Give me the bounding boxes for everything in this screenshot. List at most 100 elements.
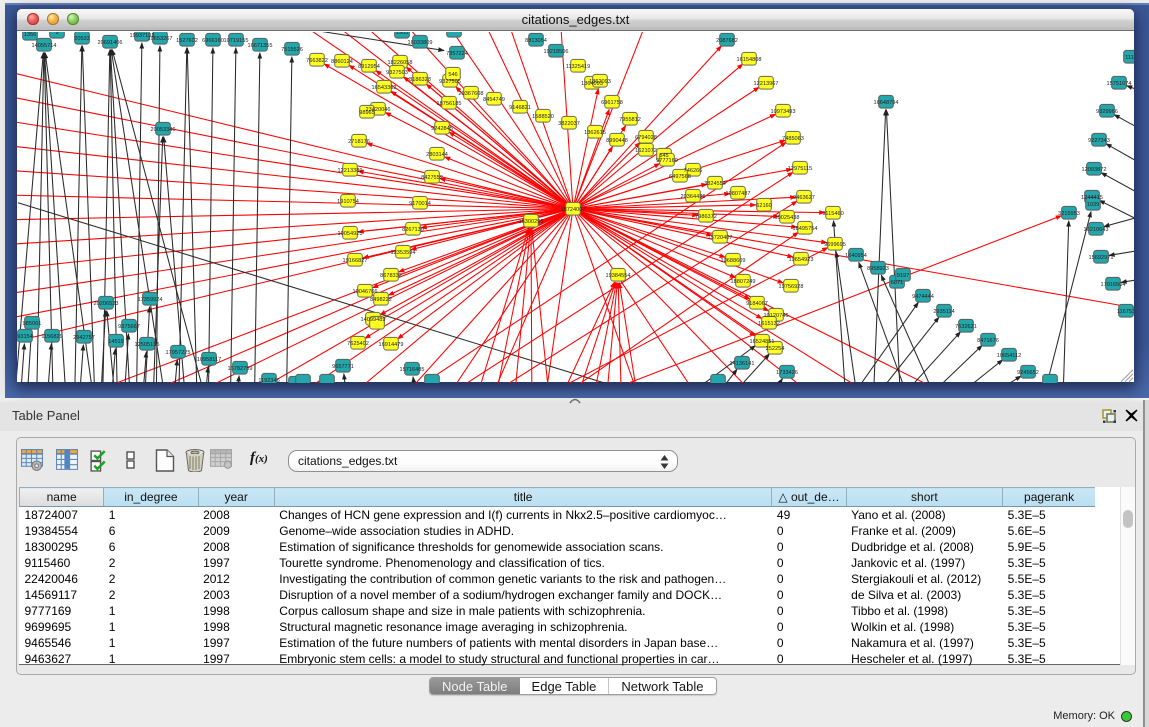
svg-text:98965: 98965 [359,109,375,115]
svg-text:8186328: 8186328 [409,76,431,82]
svg-text:19054925: 19054925 [338,230,363,236]
svg-text:6497568: 6497568 [669,173,691,179]
svg-text:19756928: 19756928 [779,283,804,289]
svg-text:2942757: 2942757 [73,334,95,340]
svg-text:546: 546 [448,71,457,77]
svg-text:16914479: 16914479 [379,341,404,347]
svg-text:8454749: 8454749 [483,96,505,102]
svg-text:3824554: 3824554 [704,180,726,186]
svg-text:20691406: 20691406 [98,39,123,45]
svg-text:6794028: 6794028 [635,134,657,140]
svg-text:20533: 20533 [74,35,90,41]
svg-text:1588520: 1588520 [532,113,554,119]
svg-text:10120746: 10120746 [764,312,789,318]
svg-text:1621072: 1621072 [635,147,657,153]
svg-text:1733426: 1733426 [776,369,798,375]
svg-text:18495754: 18495754 [793,225,818,231]
svg-text:18756185: 18756185 [437,100,462,106]
svg-text:9329966: 9329966 [1096,108,1118,114]
svg-text:9170014: 9170014 [409,200,431,206]
svg-text:10958117: 10958117 [197,356,221,362]
svg-text:1362093: 1362093 [589,78,611,84]
svg-text:2718176: 2718176 [348,138,370,144]
svg-text:9115460: 9115460 [822,210,843,216]
svg-text:20367608: 20367608 [459,90,484,96]
svg-text:10025438: 10025438 [775,214,800,220]
svg-text:8471676: 8471676 [977,337,999,343]
svg-text:1640954: 1640954 [845,252,867,258]
svg-text:116753: 116753 [1117,308,1134,314]
svg-text:19218506: 19218506 [544,48,569,54]
svg-text:20206533: 20206533 [94,300,119,306]
svg-text:1192346: 1192346 [258,377,279,382]
svg-text:16543362: 16543362 [372,84,397,90]
svg-text:1039: 1039 [1087,201,1099,207]
svg-text:14099489: 14099489 [361,316,386,322]
svg-text:19166827: 19166827 [343,257,368,263]
svg-text:12093872: 12093872 [1082,166,1107,172]
svg-text:9375667: 9375667 [118,323,140,329]
svg-text:19384554: 19384554 [606,272,631,278]
svg-text:17016504: 17016504 [1101,281,1126,287]
svg-text:20053346: 20053346 [151,126,176,132]
svg-text:1356: 1356 [24,32,36,38]
svg-text:10046766: 10046766 [353,288,378,294]
svg-text:16671355: 16671355 [248,42,273,48]
svg-text:19654923: 19654923 [789,256,814,262]
svg-text:985061: 985061 [23,320,42,326]
svg-text:9197: 9197 [897,272,909,278]
svg-text:9657771: 9657771 [332,363,354,369]
svg-text:15692971: 15692971 [1089,254,1114,260]
svg-text:10654112: 10654112 [997,352,1021,358]
svg-text:9227343: 9227343 [1088,137,1110,143]
svg-text:15720407: 15720407 [708,234,733,240]
svg-text:10807487: 10807487 [726,190,751,196]
svg-text:12353594: 12353594 [391,249,416,255]
svg-text:7955812: 7955812 [619,116,641,122]
svg-text:14519: 14519 [108,338,124,344]
svg-text:252254: 252254 [766,345,785,351]
svg-text:17359924: 17359924 [138,296,163,302]
svg-text:1112: 1112 [1125,54,1134,60]
svg-text:8498222: 8498222 [370,296,392,302]
svg-text:16524851: 16524851 [750,338,775,344]
svg-text:12975115: 12975115 [788,165,812,171]
svg-text:15716485: 15716485 [400,366,425,372]
svg-text:8912954: 8912954 [358,63,380,69]
svg-text:6966160: 6966160 [202,37,224,43]
svg-text:9245652: 9245652 [1017,369,1039,375]
svg-text:3215953: 3215953 [1058,210,1080,216]
svg-text:16782759: 16782759 [228,365,253,371]
svg-text:15300295: 15300295 [519,218,544,224]
svg-text:18807249: 18807249 [731,278,756,284]
svg-text:9327505: 9327505 [439,78,461,84]
svg-text:16648794: 16648794 [874,99,899,105]
svg-text:12505135: 12505135 [135,341,160,347]
svg-text:2087682: 2087682 [716,37,738,43]
svg-text:3822037: 3822037 [558,120,580,126]
svg-text:8990448: 8990448 [606,137,628,143]
svg-text:8427552: 8427552 [421,174,443,180]
svg-text:12213389: 12213389 [338,167,363,173]
svg-text:6871: 6871 [891,279,903,285]
svg-text:9: 9 [55,32,58,36]
svg-text:1527602: 1527602 [176,37,198,43]
svg-text:9777169: 9777169 [656,157,678,163]
svg-text:62160: 62160 [756,202,772,208]
svg-text:7632621: 7632621 [955,323,977,329]
svg-text:16154808: 16154808 [737,56,762,62]
svg-text:1903: 1903 [396,32,408,36]
svg-text:20364436: 20364436 [681,193,706,199]
svg-text:18226058: 18226058 [388,59,413,65]
svg-text:14136141: 14136141 [730,360,755,366]
svg-text:12213967: 12213967 [754,80,779,86]
svg-text:7357224: 7357224 [446,50,468,56]
svg-text:7663822: 7663822 [306,57,328,63]
svg-text:18724007: 18724007 [561,206,586,212]
svg-text:16033809: 16033809 [408,39,433,45]
svg-text:9699695: 9699695 [824,241,846,247]
svg-text:8860124: 8860124 [331,58,353,64]
svg-text:7485063: 7485063 [782,135,804,141]
svg-text:8813054: 8813054 [525,37,547,43]
svg-text:2935114: 2935114 [933,308,954,314]
